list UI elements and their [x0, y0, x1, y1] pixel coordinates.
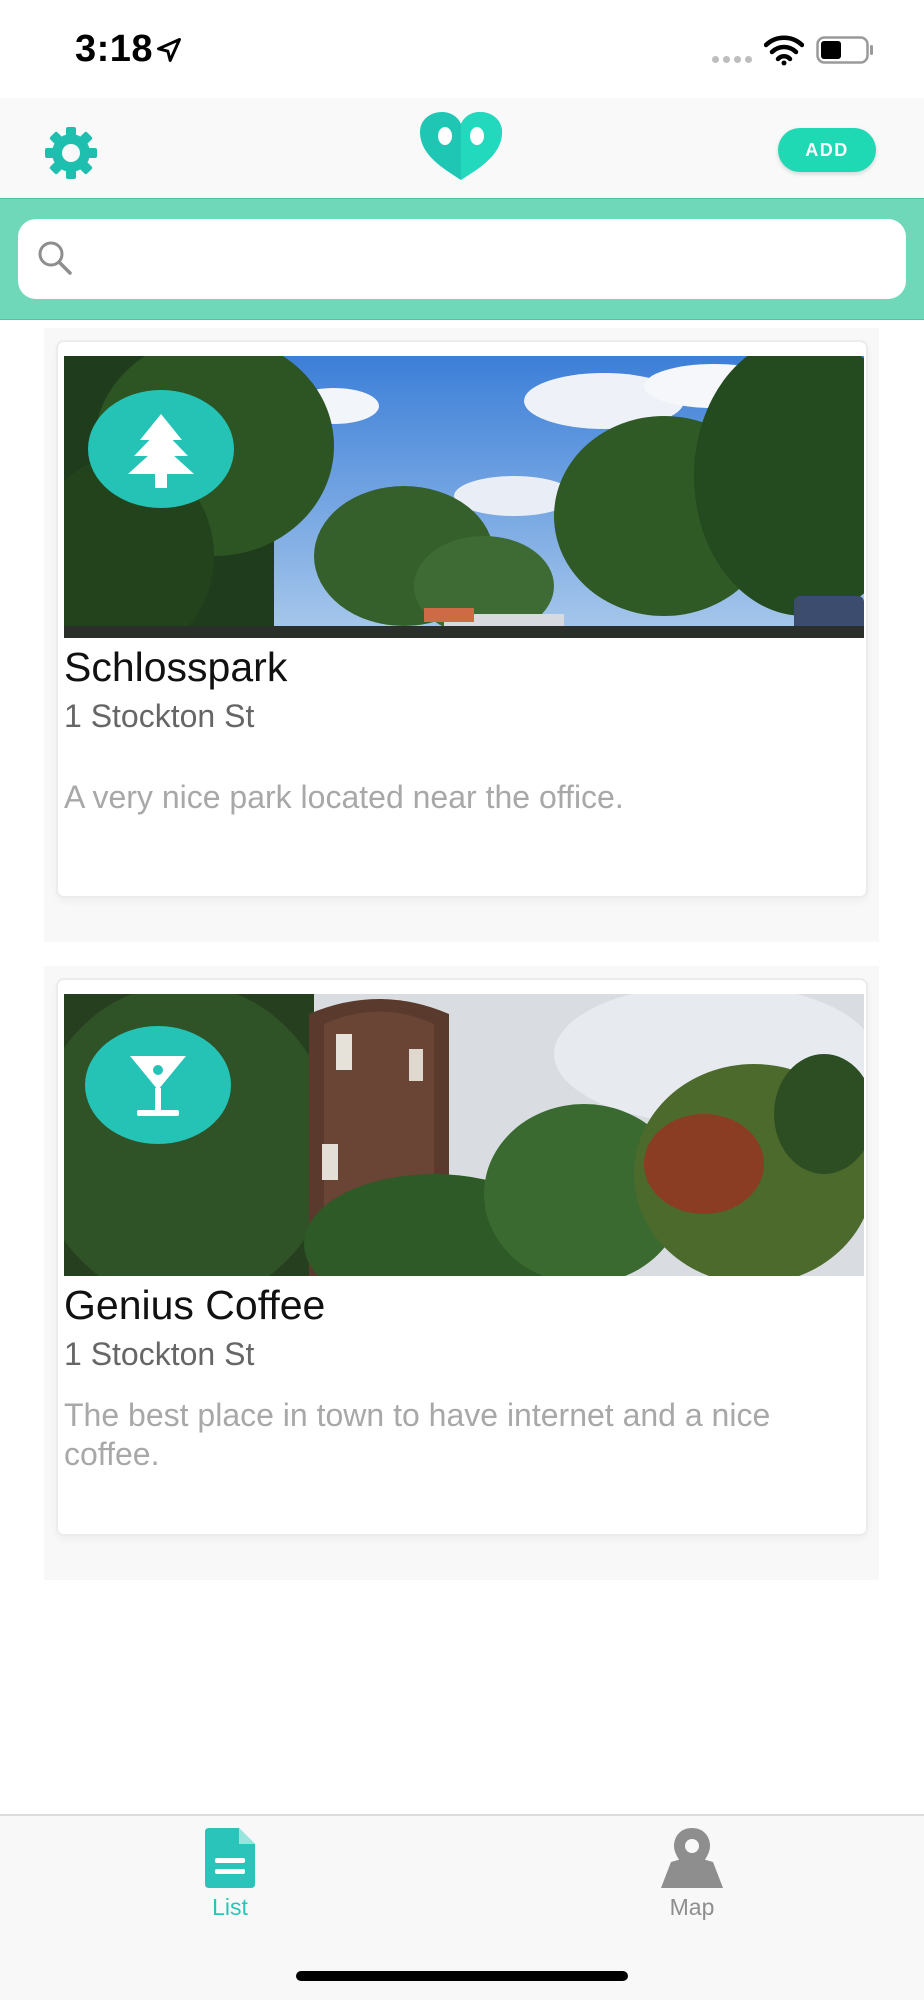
place-card[interactable]: Schlosspark 1 Stockton St A very nice pa…: [56, 340, 868, 898]
cocktail-icon: [130, 1056, 186, 1116]
search-bar: [0, 198, 924, 320]
tab-list[interactable]: List: [160, 1826, 300, 1936]
status-time: 3:18: [75, 28, 154, 70]
heart-logo-icon: [420, 112, 502, 180]
place-photo: [64, 994, 864, 1276]
add-button[interactable]: ADD: [778, 128, 876, 172]
gear-icon[interactable]: [42, 124, 100, 182]
tab-label: Map: [669, 1894, 715, 1920]
search-icon: [38, 241, 72, 275]
home-indicator: [296, 1971, 628, 1981]
map-pin-icon: [661, 1828, 723, 1888]
category-badge: [88, 390, 234, 508]
search-box[interactable]: [18, 219, 906, 299]
place-description: The best place in town to have internet …: [64, 1397, 771, 1472]
cellular-signal-icon: [712, 56, 752, 63]
place-title: Genius Coffee: [64, 1282, 326, 1328]
place-address: 1 Stockton St: [64, 1336, 255, 1372]
location-arrow-icon: [157, 38, 181, 62]
place-description: A very nice park located near the office…: [64, 779, 624, 815]
place-photo: [64, 356, 864, 638]
tab-label: List: [212, 1894, 248, 1920]
battery-icon: [816, 36, 873, 64]
tab-map[interactable]: Map: [622, 1826, 762, 1936]
wifi-icon: [764, 35, 804, 66]
tree-icon: [128, 414, 194, 488]
search-input[interactable]: [88, 219, 888, 299]
nav-bar: ADD: [0, 98, 924, 198]
category-badge: [85, 1026, 231, 1144]
list-item: Schlosspark 1 Stockton St A very nice pa…: [44, 328, 879, 942]
place-card[interactable]: Genius Coffee 1 Stockton St The best pla…: [56, 978, 868, 1536]
place-title: Schlosspark: [64, 644, 288, 690]
list-document-icon: [205, 1828, 255, 1888]
list-item: Genius Coffee 1 Stockton St The best pla…: [44, 966, 879, 1580]
status-bar: 3:18: [0, 0, 924, 98]
place-address: 1 Stockton St: [64, 698, 255, 734]
